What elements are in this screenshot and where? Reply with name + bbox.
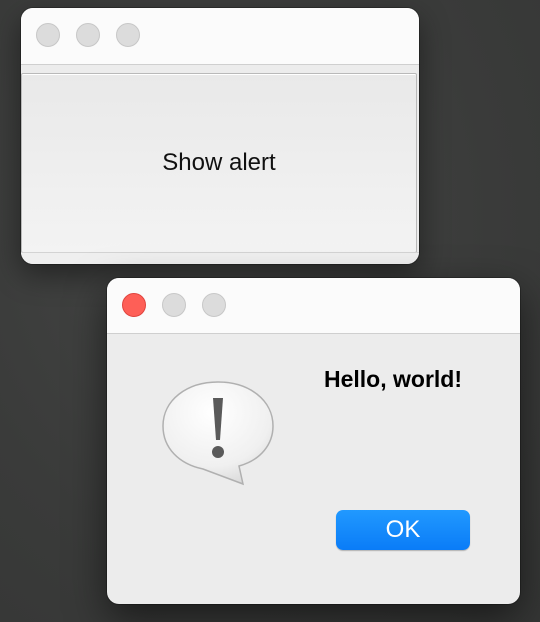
zoom-button[interactable] (202, 293, 226, 317)
close-button[interactable] (122, 293, 146, 317)
alert-message: Hello, world! (324, 366, 462, 392)
close-button[interactable] (36, 23, 60, 47)
ok-button[interactable]: OK (336, 510, 470, 550)
zoom-button[interactable] (116, 23, 140, 47)
main-window-titlebar[interactable] (21, 8, 419, 65)
show-alert-button[interactable]: Show alert (21, 73, 417, 253)
alert-window: Hello, world! OK (107, 278, 520, 604)
main-window-bottom-edge (21, 252, 419, 264)
main-window: Show alert (21, 8, 419, 264)
minimize-button[interactable] (162, 293, 186, 317)
alert-window-titlebar[interactable] (107, 278, 520, 334)
minimize-button[interactable] (76, 23, 100, 47)
desktop: Show alert Hello, world! OK (0, 0, 540, 622)
caution-bubble-icon (162, 381, 274, 486)
